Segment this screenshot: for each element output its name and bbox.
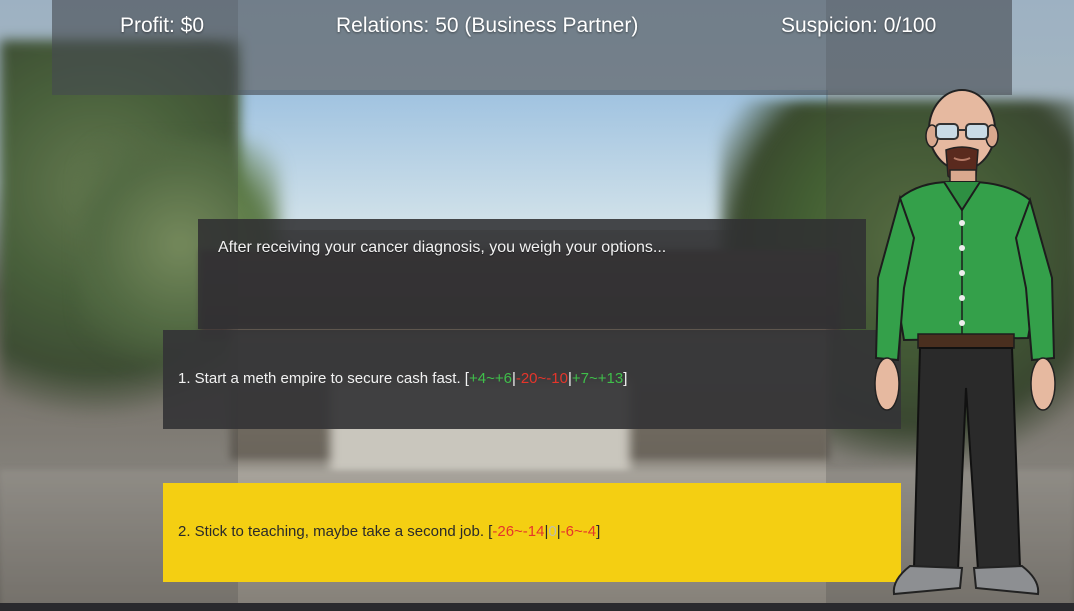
profit-stat: Profit: $0 xyxy=(120,14,205,37)
effect-value: 0 xyxy=(548,523,557,540)
narration-text: After receiving your cancer diagnosis, y… xyxy=(218,239,667,256)
effect-value: -20~-10 xyxy=(515,370,568,387)
choice-text: 2. Stick to teaching, maybe take a secon… xyxy=(178,523,600,540)
choice-label: 2. Stick to teaching, maybe take a secon… xyxy=(178,523,493,540)
stats-bar: Profit: $0 Relations: 50 (Business Partn… xyxy=(52,0,1012,95)
effect-value: -26~-14 xyxy=(492,523,545,540)
effect-close: ] xyxy=(623,370,628,387)
choice-button-1[interactable]: 1. Start a meth empire to secure cash fa… xyxy=(163,330,901,429)
choice-button-2[interactable]: 2. Stick to teaching, maybe take a secon… xyxy=(163,483,901,582)
effect-value: +7~+13 xyxy=(571,370,624,387)
effect-close: ] xyxy=(596,523,601,540)
effect-value: -6~-4 xyxy=(560,523,597,540)
bottom-bar xyxy=(0,603,1074,611)
character-portrait-icon xyxy=(874,89,1056,596)
relations-stat: Relations: 50 (Business Partner) xyxy=(336,14,639,37)
choice-label: 1. Start a meth empire to secure cash fa… xyxy=(178,370,469,387)
effect-value: +4~+6 xyxy=(468,370,512,387)
choice-text: 1. Start a meth empire to secure cash fa… xyxy=(178,370,627,387)
narration-panel: After receiving your cancer diagnosis, y… xyxy=(198,219,866,329)
suspicion-stat: Suspicion: 0/100 xyxy=(781,14,937,37)
